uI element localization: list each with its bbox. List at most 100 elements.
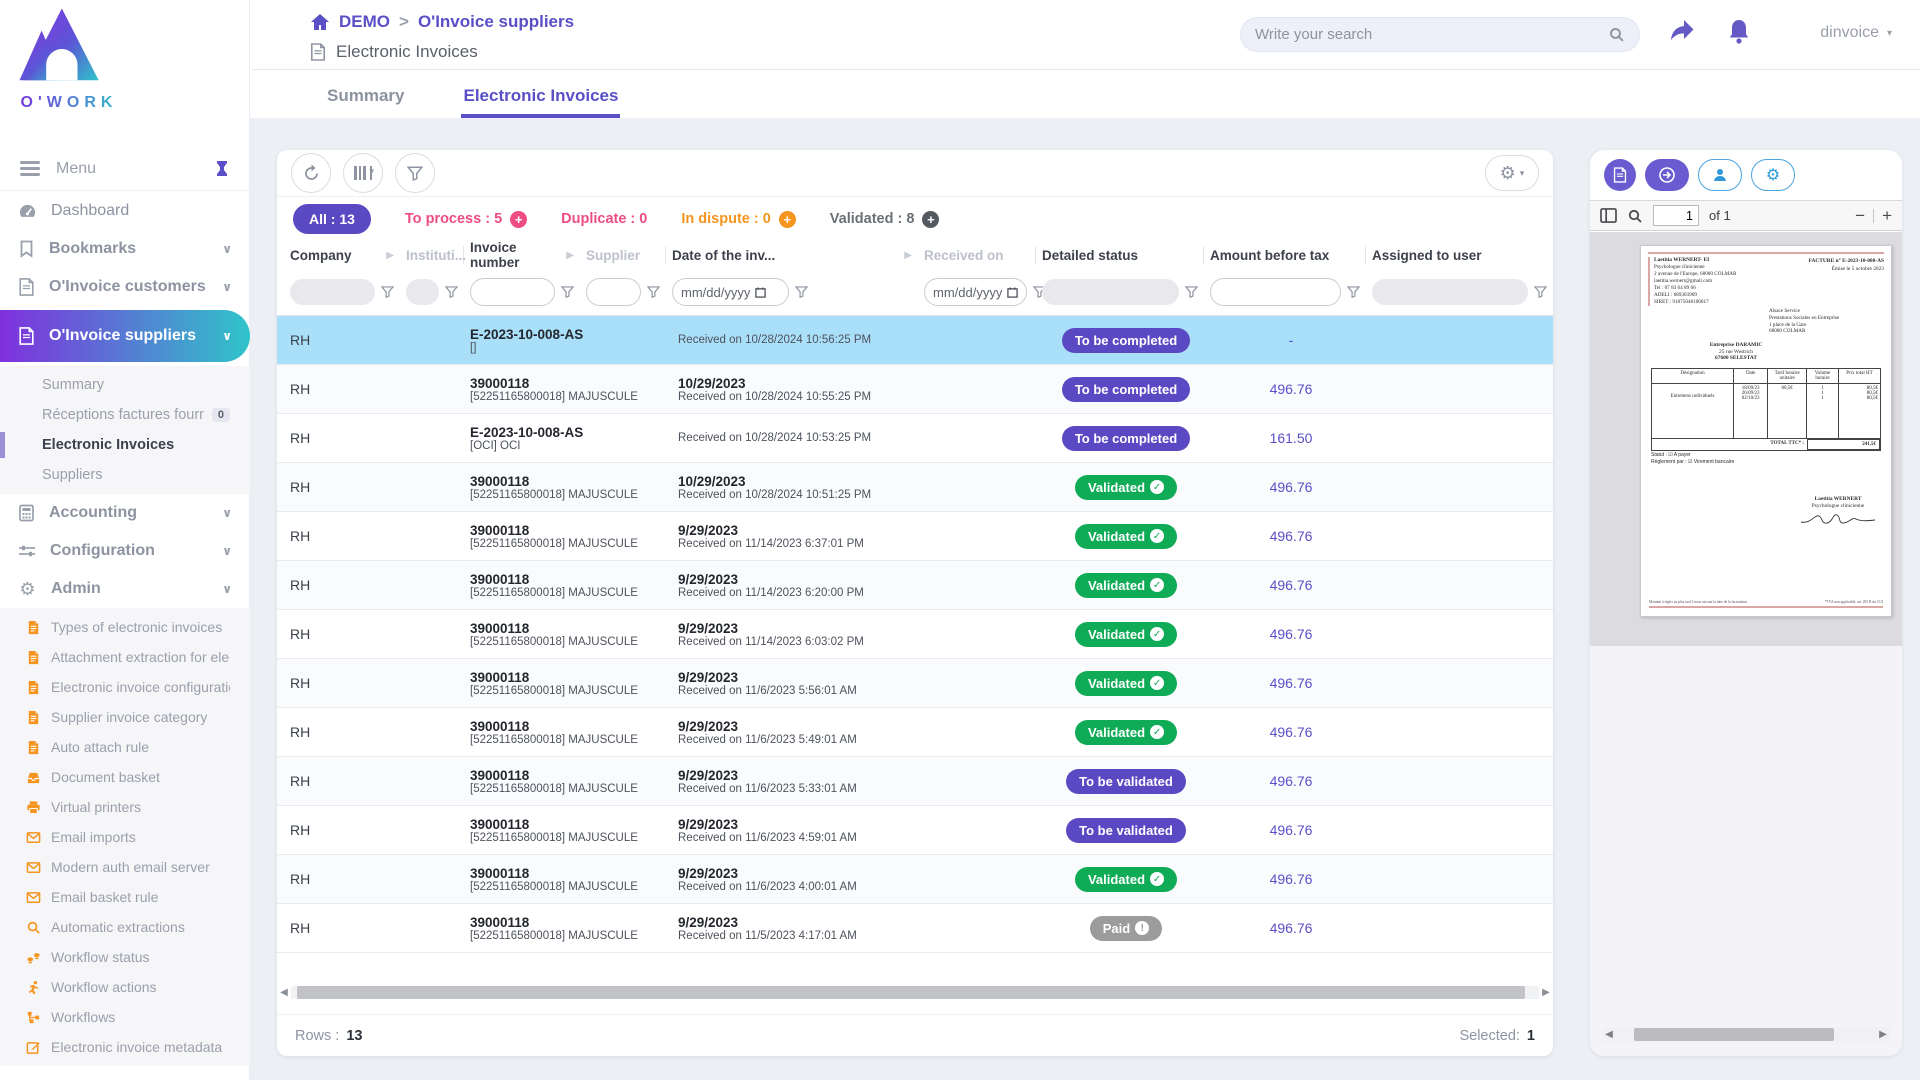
sidebar-item-accounting[interactable]: Accounting ∨	[0, 494, 250, 532]
suppliers-submenu-item[interactable]: Suppliers	[0, 460, 250, 490]
invoice-row[interactable]: RH 39000118 [52251165800018] MAJUSCULE 9…	[277, 561, 1553, 610]
chip-to-process[interactable]: To process : 5 +	[405, 211, 527, 228]
admin-submenu-item[interactable]: Email basket rule	[0, 882, 250, 912]
admin-submenu-item[interactable]: Supplier invoice category	[0, 702, 250, 732]
amount-link[interactable]: 496.76	[1270, 528, 1313, 544]
add-filter-icon[interactable]: +	[779, 211, 796, 228]
notifications-bell-icon[interactable]	[1726, 18, 1752, 45]
admin-submenu-item[interactable]: Workflows	[0, 1002, 250, 1032]
admin-submenu-item[interactable]: Workflow status	[0, 942, 250, 972]
add-filter-icon[interactable]: +	[922, 211, 939, 228]
col-supplier[interactable]: Supplier	[580, 246, 666, 264]
funnel-icon[interactable]	[1534, 286, 1547, 298]
amount-link[interactable]: 161.50	[1270, 430, 1313, 446]
col-invoice-number[interactable]: Invoice number▶	[464, 246, 580, 264]
amount-link[interactable]: 496.76	[1270, 920, 1313, 936]
col-institution[interactable]: Instituti...	[400, 246, 464, 264]
funnel-icon[interactable]	[445, 286, 458, 298]
amount-link[interactable]: 496.76	[1270, 577, 1313, 593]
pin-sidebar-icon[interactable]	[214, 160, 230, 178]
admin-submenu-item[interactable]: Workflow actions	[0, 972, 250, 1002]
sort-arrow-icon[interactable]: ▶	[386, 250, 394, 261]
share-icon[interactable]	[1668, 18, 1696, 44]
scroll-right-icon[interactable]: ▶	[1876, 1029, 1890, 1040]
breadcrumb-root[interactable]: DEMO	[339, 12, 390, 32]
preview-horizontal-scrollbar[interactable]: ◀ ▶	[1602, 1027, 1890, 1042]
invoice-row[interactable]: RH 39000118 [52251165800018] MAJUSCULE 1…	[277, 463, 1553, 512]
filter-button[interactable]	[395, 153, 435, 193]
tab-summary[interactable]: Summary	[325, 78, 406, 118]
suppliers-submenu-item[interactable]: Réceptions factures fournisseurs 0	[0, 400, 250, 430]
breadcrumb-section[interactable]: O'Invoice suppliers	[418, 12, 574, 32]
col-company[interactable]: Company▶	[284, 246, 400, 264]
calendar-icon[interactable]	[755, 287, 766, 298]
zoom-out-icon[interactable]: −	[1855, 206, 1865, 226]
admin-submenu-item[interactable]: Document basket	[0, 762, 250, 792]
amount-link[interactable]: -	[1289, 332, 1294, 348]
amount-link[interactable]: 496.76	[1270, 724, 1313, 740]
zoom-in-icon[interactable]: +	[1882, 206, 1892, 226]
admin-submenu-item[interactable]: Attachment extraction for electron	[0, 642, 250, 672]
amount-link[interactable]: 496.76	[1270, 773, 1313, 789]
amount-link[interactable]: 496.76	[1270, 871, 1313, 887]
search-icon[interactable]	[1608, 26, 1625, 43]
admin-submenu-item[interactable]: Electronic invoice configuration	[0, 672, 250, 702]
admin-submenu-item[interactable]: Electronic invoice metadata	[0, 1032, 250, 1062]
admin-submenu-item[interactable]: Automatic extractions	[0, 912, 250, 942]
funnel-icon[interactable]	[647, 286, 660, 298]
page-number-input[interactable]	[1653, 205, 1699, 226]
calendar-icon[interactable]	[1007, 287, 1018, 298]
invoice-number-filter-input[interactable]	[470, 278, 555, 306]
hamburger-menu-icon[interactable]	[20, 158, 40, 180]
preview-settings-button[interactable]: ⚙	[1751, 159, 1795, 191]
received-date-filter-input[interactable]: mm/dd/yyyy	[924, 278, 1027, 306]
amount-link[interactable]: 496.76	[1270, 822, 1313, 838]
col-amount-before-tax[interactable]: Amount before tax	[1204, 246, 1366, 264]
admin-submenu-item[interactable]: Virtual printers	[0, 792, 250, 822]
amount-link[interactable]: 496.76	[1270, 479, 1313, 495]
scroll-right-icon[interactable]: ▶	[1539, 987, 1553, 998]
search-input[interactable]	[1255, 26, 1608, 43]
app-logo[interactable]: O'WORK	[14, 6, 124, 112]
funnel-icon[interactable]	[381, 286, 394, 298]
invoice-row[interactable]: RH 39000118 [52251165800018] MAJUSCULE 9…	[277, 855, 1553, 904]
pdf-search-icon[interactable]	[1627, 208, 1643, 224]
chip-in-dispute[interactable]: In dispute : 0 +	[681, 211, 795, 228]
sidebar-toggle-icon[interactable]	[1600, 208, 1617, 223]
tab-electronic-invoices[interactable]: Electronic Invoices	[461, 78, 620, 118]
pdf-view-button[interactable]	[1604, 159, 1636, 191]
global-search[interactable]	[1240, 17, 1640, 52]
table-horizontal-scrollbar[interactable]: ◀ ▶	[277, 984, 1553, 1000]
sidebar-item-bookmarks[interactable]: Bookmarks ∨	[0, 230, 250, 268]
amount-filter-input[interactable]	[1210, 278, 1341, 306]
scroll-left-icon[interactable]: ◀	[277, 987, 291, 998]
pdf-page[interactable]: Laetitia WERNERT- EI Psychologue clinici…	[1640, 245, 1892, 617]
columns-button[interactable]: ▾	[343, 153, 383, 193]
supplier-filter-input[interactable]	[586, 278, 641, 306]
invoice-row[interactable]: RH 39000118 [52251165800018] MAJUSCULE 9…	[277, 708, 1553, 757]
scrollbar-thumb[interactable]	[1634, 1028, 1834, 1041]
sort-arrow-icon[interactable]: ▶	[904, 250, 912, 261]
open-document-button[interactable]	[1645, 159, 1689, 191]
scroll-left-icon[interactable]: ◀	[1602, 1029, 1616, 1040]
sidebar-item-oinvoice-suppliers[interactable]: O'Invoice suppliers ∨	[0, 310, 250, 362]
table-settings-button[interactable]: ⚙▾	[1485, 155, 1539, 191]
invoice-row[interactable]: RH E-2023-10-008-AS [OCI] OCI Received o…	[277, 414, 1553, 463]
suppliers-submenu-item[interactable]: Summary	[0, 370, 250, 400]
col-detailed-status[interactable]: Detailed status	[1036, 246, 1204, 264]
col-received-on[interactable]: Received on	[918, 246, 1036, 264]
invoice-row[interactable]: RH 39000118 [52251165800018] MAJUSCULE 9…	[277, 659, 1553, 708]
admin-submenu-item[interactable]: Email imports	[0, 822, 250, 852]
sidebar-item-admin[interactable]: ⚙ Admin ∨	[0, 570, 250, 608]
amount-link[interactable]: 496.76	[1270, 675, 1313, 691]
add-filter-icon[interactable]: +	[510, 211, 527, 228]
amount-link[interactable]: 496.76	[1270, 626, 1313, 642]
invoice-row[interactable]: RH 39000118 [52251165800018] MAJUSCULE 9…	[277, 806, 1553, 855]
invoice-row[interactable]: RH 39000118 [52251165800018] MAJUSCULE 9…	[277, 757, 1553, 806]
col-date-of-invoice[interactable]: Date of the inv...▶	[666, 246, 918, 264]
invoice-date-filter-input[interactable]: mm/dd/yyyy	[672, 278, 789, 306]
sort-arrow-icon[interactable]: ▶	[566, 250, 574, 261]
user-menu[interactable]: dinvoice ▾	[1820, 24, 1892, 42]
sidebar-item-dashboard[interactable]: Dashboard	[0, 192, 250, 230]
funnel-icon[interactable]	[561, 286, 574, 298]
